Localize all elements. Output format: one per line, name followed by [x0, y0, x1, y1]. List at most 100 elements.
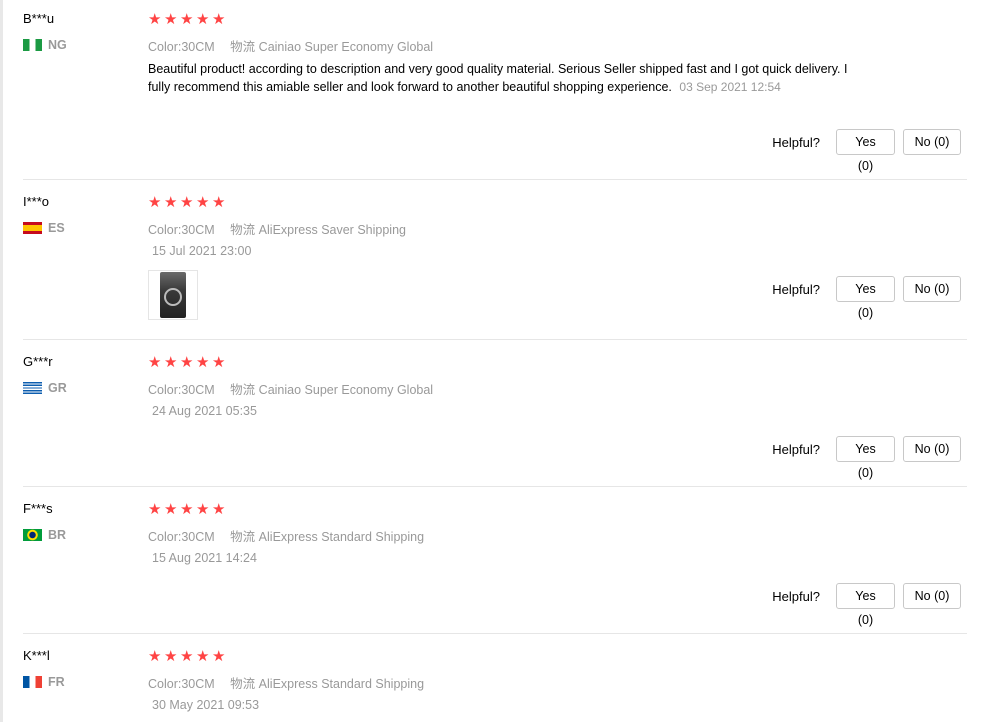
shipping-label: 物流	[230, 40, 256, 54]
review-divider	[23, 486, 967, 487]
star-icon: ★	[148, 354, 162, 371]
review-item: I***o ES ★ ★ ★ ★ ★ Color:30CM 物流 AliExpress …	[0, 183, 985, 340]
helpful-controls: Helpful? Yes (0) No (0)	[772, 583, 961, 627]
helpful-no-button[interactable]: No (0)	[903, 583, 961, 609]
shipping-method: AliExpress Saver Shipping	[258, 223, 406, 237]
star-icon: ★	[180, 501, 194, 518]
helpful-label: Helpful?	[772, 134, 820, 150]
country-code: BR	[48, 528, 67, 542]
color-value: 30CM	[181, 383, 215, 397]
reviewer-country: FR	[23, 675, 65, 689]
review-item: G***r GR ★ ★ ★ ★ ★ Color:30CM 物流 Cainiao Sup…	[0, 343, 985, 487]
color-value: 30CM	[181, 677, 215, 691]
review-date: 24 Aug 2021 05:35	[152, 404, 257, 418]
color-label: Color:	[148, 40, 182, 54]
rating-stars: ★ ★ ★ ★ ★	[148, 12, 228, 27]
shipping-method: AliExpress Standard Shipping	[258, 677, 425, 691]
country-code: GR	[48, 381, 67, 395]
flag-france-icon	[23, 676, 42, 688]
reviewer-name: B***u	[23, 11, 55, 26]
flag-greece-icon	[23, 382, 42, 394]
review-item: F***s BR ★ ★ ★ ★ ★ Color:30CM 物流 AliExpress …	[0, 490, 985, 634]
review-divider	[23, 633, 967, 634]
rating-stars: ★ ★ ★ ★ ★	[148, 649, 228, 664]
order-info: Color:30CM 物流 AliExpress Saver Shipping	[148, 219, 406, 238]
star-icon: ★	[196, 354, 210, 371]
reviewer-name: K***l	[23, 648, 50, 663]
star-icon: ★	[164, 501, 178, 518]
country-code: NG	[48, 38, 67, 52]
star-icon: ★	[212, 648, 226, 665]
helpful-label: Helpful?	[772, 281, 820, 297]
reviewer-name: I***o	[23, 194, 50, 209]
star-icon: ★	[148, 11, 162, 28]
star-icon: ★	[148, 194, 162, 211]
helpful-controls: Helpful? Yes (0) No (0)	[772, 276, 961, 320]
helpful-controls: Helpful? Yes (0) No (0)	[772, 436, 961, 480]
color-label: Color:	[148, 223, 182, 237]
star-icon: ★	[180, 194, 194, 211]
helpful-controls: Helpful? Yes (0) No (0)	[772, 129, 961, 173]
rating-stars: ★ ★ ★ ★ ★	[148, 502, 228, 517]
review-divider	[23, 179, 967, 180]
country-code: ES	[48, 221, 65, 235]
reviewer-country: GR	[23, 381, 67, 395]
star-icon: ★	[196, 648, 210, 665]
rating-stars: ★ ★ ★ ★ ★	[148, 355, 228, 370]
review-date: 03 Sep 2021 12:54	[679, 80, 781, 94]
reviewer-name: F***s	[23, 501, 53, 516]
order-info: Color:30CM 物流 AliExpress Standard Shippi…	[148, 526, 424, 545]
helpful-no-button[interactable]: No (0)	[903, 436, 961, 462]
star-icon: ★	[148, 648, 162, 665]
helpful-yes-button[interactable]: Yes (0)	[836, 583, 895, 627]
star-icon: ★	[212, 354, 226, 371]
shipping-method: Cainiao Super Economy Global	[258, 383, 434, 397]
helpful-no-button[interactable]: No (0)	[903, 129, 961, 155]
review-item: B***u NG ★ ★ ★ ★ ★ Color:30CM 物流 Cainiao Sup…	[0, 0, 985, 180]
review-photo-thumbnail[interactable]	[148, 270, 198, 320]
flag-nigeria-icon	[23, 39, 42, 51]
star-icon: ★	[164, 194, 178, 211]
review-item: K***l FR ★ ★ ★ ★ ★ Color:30CM 物流 AliExpress …	[0, 637, 985, 722]
helpful-no-button[interactable]: No (0)	[903, 276, 961, 302]
review-body: Beautiful product! according to descript…	[148, 60, 863, 96]
review-date: 15 Aug 2021 14:24	[152, 551, 257, 565]
flag-spain-icon	[23, 222, 42, 234]
review-divider	[23, 339, 967, 340]
order-info: Color:30CM 物流 Cainiao Super Economy Glob…	[148, 379, 433, 398]
star-icon: ★	[212, 501, 226, 518]
flag-brazil-icon	[23, 529, 42, 541]
reviewer-country: NG	[23, 38, 67, 52]
star-icon: ★	[180, 648, 194, 665]
star-icon: ★	[196, 11, 210, 28]
star-icon: ★	[212, 11, 226, 28]
color-value: 30CM	[181, 40, 215, 54]
helpful-yes-button[interactable]: Yes (0)	[836, 129, 895, 173]
color-label: Color:	[148, 383, 182, 397]
helpful-label: Helpful?	[772, 588, 820, 604]
color-value: 30CM	[181, 530, 215, 544]
color-label: Color:	[148, 530, 182, 544]
star-icon: ★	[180, 354, 194, 371]
helpful-yes-button[interactable]: Yes (0)	[836, 436, 895, 480]
rating-stars: ★ ★ ★ ★ ★	[148, 195, 228, 210]
star-icon: ★	[148, 501, 162, 518]
shipping-label: 物流	[230, 223, 256, 237]
reviewer-country: BR	[23, 528, 66, 542]
order-info: Color:30CM 物流 Cainiao Super Economy Glob…	[148, 36, 433, 55]
helpful-label: Helpful?	[772, 441, 820, 457]
shipping-label: 物流	[230, 530, 256, 544]
review-date: 30 May 2021 09:53	[152, 698, 260, 712]
star-icon: ★	[164, 648, 178, 665]
country-code: FR	[48, 675, 65, 689]
reviewer-country: ES	[23, 221, 65, 235]
star-icon: ★	[196, 501, 210, 518]
star-icon: ★	[196, 194, 210, 211]
star-icon: ★	[164, 354, 178, 371]
color-label: Color:	[148, 677, 182, 691]
shipping-label: 物流	[230, 677, 256, 691]
star-icon: ★	[180, 11, 194, 28]
review-photo-image	[160, 272, 186, 318]
helpful-yes-button[interactable]: Yes (0)	[836, 276, 895, 320]
review-date: 15 Jul 2021 23:00	[152, 244, 252, 258]
